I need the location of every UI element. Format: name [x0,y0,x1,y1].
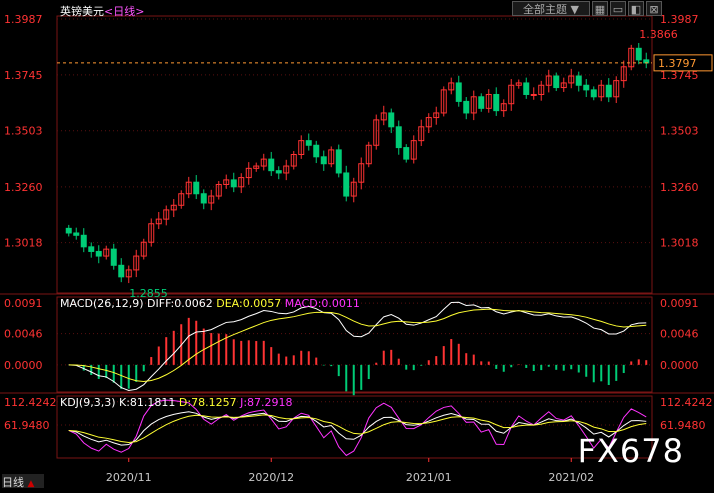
macd-tick-left: 0.0046 [4,328,43,341]
theme-select-button[interactable]: 全部主题 ▼ [512,1,590,16]
price-tick-left: 1.3745 [4,69,43,82]
candle-body [388,112,395,128]
kdj-legend: KDJ(9,3,3) K:81.1811 D:78.1257 J:87.2918 [60,396,293,409]
candle-body [343,172,350,197]
candle-body [590,89,597,98]
candle-body [335,149,342,174]
candle-body [493,93,500,112]
kdj-j: J:87.2918 [240,396,293,409]
macd-legend: MACD(26,12,9) DIFF:0.0062 DEA:0.0057 MAC… [60,297,360,310]
candle-body [530,93,537,96]
kdj-label: KDJ(9,3,3) [60,396,116,409]
candle-body [320,156,327,165]
kdj-tick-left: 61.9480 [4,419,50,432]
candle-body [268,158,275,172]
price-tick-right: 1.3987 [660,13,699,26]
candle-body [65,227,72,234]
candle-body [275,170,282,174]
candle-body [88,246,95,252]
chart-stage: 1.3987 1.3987 1.3745 1.3745 1.3503 1.3503 1.32… [0,0,714,489]
macd-tick-left: 0.0091 [4,297,43,310]
candle-body [80,234,87,248]
price-tick-left: 1.3260 [4,181,43,194]
collapse-icon[interactable]: ◧ [628,1,644,16]
macd-value: MACD:0.0011 [284,297,360,310]
candle-body [635,47,642,61]
price-tick-right: 1.3503 [660,125,699,138]
macd-diff: DIFF:0.0062 [147,297,213,310]
price-tick-left: 1.3018 [4,237,43,250]
macd-tick-left: 0.0000 [4,359,43,372]
candle-body [575,75,582,86]
candle-body [478,96,485,109]
kdj-tick-right: 112.4242 [660,396,713,409]
price-tick-left: 1.3987 [4,13,43,26]
candle-body [193,181,200,195]
price-tick-right: 1.3018 [660,237,699,250]
candle-body [463,100,470,114]
watermark-logo: FX678 [577,432,684,470]
candle-body [200,193,207,204]
current-price-label: 1.3797 [658,57,697,70]
macd-dea: DEA:0.0057 [216,297,282,310]
range-label: 日线 [2,476,24,489]
candle-body [305,140,312,146]
x-tick-label: 2020/12 [248,471,294,484]
range-select[interactable]: 日线 ▲ [2,474,44,489]
candle-body [553,75,560,89]
macd-tick-right: 0.0046 [660,328,699,341]
chevron-up-icon: ▲ [27,479,35,489]
high-label: 1.3866 [639,28,678,41]
window-icon[interactable]: ▭ [610,1,626,16]
kdj-tick-left: 112.4242 [4,396,57,409]
x-tick-label: 2020/11 [106,471,152,484]
period-label[interactable]: <日线> [104,5,144,18]
macd-diff-line [68,301,647,392]
macd-dea-line [68,308,647,383]
candlestick-chart: 1.3987 1.39871.3745 1.37451.3503 1.35031.32… [0,13,714,484]
kdj-k: K:81.1811 [119,396,176,409]
price-tick-right: 1.3260 [660,181,699,194]
candle-body [230,179,237,188]
candle-body [95,250,102,257]
candle-body [118,264,125,278]
close-icon[interactable]: ⊠ [646,1,662,16]
candle-body [523,82,530,95]
candle-body [110,248,117,266]
candle-body [313,144,320,158]
candle-body [73,232,80,236]
candle-body [395,126,402,149]
chart-title: 英镑美元<日线> [60,3,144,19]
macd-label: MACD(26,12,9) [60,297,144,310]
price-tick-left: 1.3503 [4,125,43,138]
kdj-k-line [68,411,647,446]
instrument-name: 英镑美元 [60,5,104,18]
x-tick-label: 2021/01 [406,471,452,484]
candle-body [403,147,410,160]
kdj-tick-right: 61.9480 [660,419,706,432]
candle-body [605,84,612,98]
x-tick-label: 2021/02 [548,471,594,484]
macd-tick-right: 0.0091 [660,297,699,310]
macd-tick-right: 0.0000 [660,359,699,372]
grid-icon[interactable]: ▦ [592,1,608,16]
candle-body [583,84,590,91]
kdj-d: D:78.1257 [178,396,237,409]
candle-body [455,82,462,102]
